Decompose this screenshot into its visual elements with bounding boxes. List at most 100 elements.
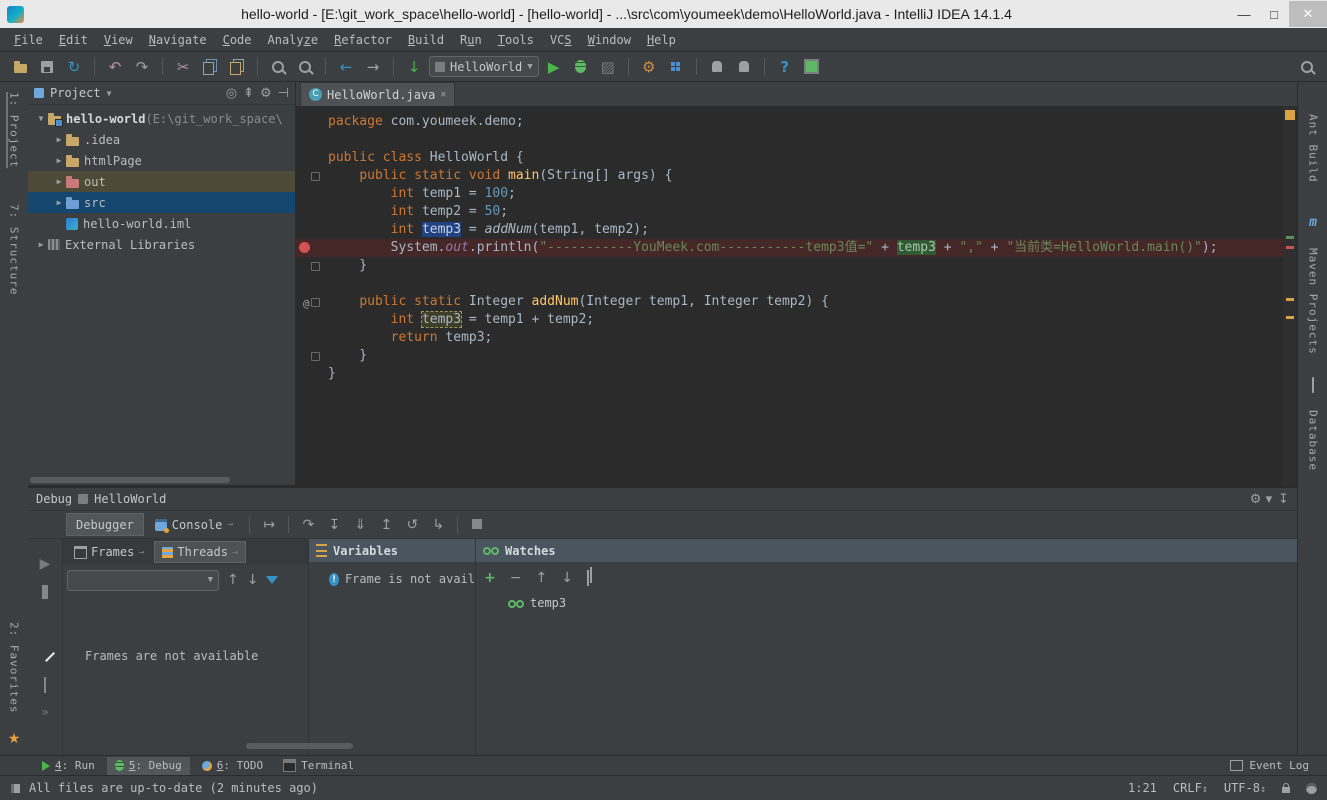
- toolwindow-database-button[interactable]: Database: [1307, 410, 1320, 471]
- help-icon[interactable]: ?: [773, 55, 797, 79]
- save-all-icon[interactable]: [35, 55, 59, 79]
- compare-icon[interactable]: ↓: [402, 55, 426, 79]
- tab-frames[interactable]: Frames →: [67, 542, 151, 562]
- menu-item-code[interactable]: Code: [215, 28, 260, 52]
- debug-hscrollbar[interactable]: [246, 743, 353, 749]
- line-ending-selector[interactable]: CRLF↕: [1173, 781, 1208, 795]
- gutter-line-14[interactable]: [296, 347, 322, 365]
- toolwindow-ant-button[interactable]: Ant Build: [1307, 114, 1320, 183]
- filter-icon[interactable]: [266, 576, 278, 584]
- menu-item-file[interactable]: File: [6, 28, 51, 52]
- tree-item-external-libraries[interactable]: ▶External Libraries: [28, 234, 295, 255]
- expand-arrow-icon[interactable]: ▶: [52, 177, 66, 186]
- tree-item-hello-world[interactable]: ▼hello-world (E:\git_work_space\: [28, 108, 295, 129]
- structure-toolwindow-icon[interactable]: [10, 314, 18, 328]
- run-to-cursor-icon[interactable]: ↳: [426, 517, 450, 533]
- avd-manager-icon[interactable]: [732, 55, 756, 79]
- more-actions-icon[interactable]: »: [41, 705, 48, 719]
- locate-icon[interactable]: ◎: [226, 86, 237, 101]
- toolwindow-button-terminal[interactable]: Terminal: [275, 757, 362, 775]
- menu-item-edit[interactable]: Edit: [51, 28, 96, 52]
- toolwindow-maven-button[interactable]: Maven Projects: [1307, 248, 1320, 355]
- maximize-button[interactable]: □: [1259, 3, 1289, 25]
- menu-item-tools[interactable]: Tools: [490, 28, 542, 52]
- chevron-down-icon[interactable]: ▼: [107, 89, 112, 98]
- tab-threads[interactable]: Threads →: [154, 541, 246, 563]
- toolwindow-button-5-debug[interactable]: 5: Debug: [107, 757, 190, 775]
- gutter-line-13[interactable]: [296, 329, 322, 347]
- expand-arrow-icon[interactable]: ▶: [52, 135, 66, 144]
- gutter-line-8[interactable]: [296, 239, 322, 257]
- remove-watch-icon[interactable]: −: [510, 570, 522, 586]
- project-structure-icon[interactable]: [664, 55, 688, 79]
- gear-icon[interactable]: ⚙ ▾: [1250, 492, 1272, 507]
- close-button[interactable]: ✕: [1289, 1, 1327, 27]
- gutter-line-6[interactable]: [296, 203, 322, 221]
- tab-console[interactable]: Console →: [146, 514, 243, 535]
- event-log-button[interactable]: Event Log: [1230, 759, 1309, 772]
- pause-icon[interactable]: [42, 585, 48, 599]
- restore-layout-icon[interactable]: [44, 678, 46, 692]
- synchronize-icon[interactable]: ↻: [62, 55, 86, 79]
- run-configuration-select[interactable]: HelloWorld ▼: [429, 56, 539, 77]
- watches-header[interactable]: Watches: [476, 539, 1297, 562]
- toolwindow-button-6-todo[interactable]: 6: TODO: [194, 757, 271, 775]
- menu-item-analyze[interactable]: Analyze: [260, 28, 327, 52]
- cut-icon[interactable]: ✂: [171, 55, 195, 79]
- watch-item-temp3[interactable]: temp3: [476, 586, 1297, 610]
- gutter-line-4[interactable]: [296, 167, 322, 185]
- toolwindow-switcher-icon[interactable]: [10, 783, 21, 794]
- hide-panel-icon[interactable]: ⊣: [278, 86, 289, 101]
- tree-item-src[interactable]: ▶src: [28, 192, 295, 213]
- gutter-line-5[interactable]: [296, 185, 322, 203]
- duplicate-watch-icon[interactable]: [587, 571, 589, 585]
- fold-marker-icon[interactable]: [311, 352, 320, 361]
- maven-icon[interactable]: m: [1309, 215, 1317, 230]
- menu-item-window[interactable]: Window: [580, 28, 639, 52]
- replace-icon[interactable]: [293, 55, 317, 79]
- variables-header[interactable]: Variables: [309, 539, 475, 562]
- favorites-star-icon[interactable]: ★: [8, 731, 21, 747]
- fold-marker-icon[interactable]: [311, 172, 320, 181]
- thread-select[interactable]: ▼: [67, 570, 219, 591]
- toolwindow-structure-button[interactable]: 7: Structure: [8, 204, 21, 295]
- show-execution-point-icon[interactable]: ↦: [257, 517, 281, 533]
- toolwindow-button-4-run[interactable]: 4: Run: [34, 757, 103, 775]
- add-watch-icon[interactable]: +: [484, 570, 496, 586]
- hector-icon[interactable]: [1306, 783, 1317, 794]
- tree-item--idea[interactable]: ▶.idea: [28, 129, 295, 150]
- tree-item-out[interactable]: ▶out: [28, 171, 295, 192]
- frame-up-icon[interactable]: ↑: [227, 572, 239, 588]
- menu-item-refactor[interactable]: Refactor: [326, 28, 400, 52]
- force-step-into-icon[interactable]: ⇓: [348, 517, 372, 533]
- gutter-line-11[interactable]: @: [296, 293, 322, 311]
- coverage-icon[interactable]: ▨: [596, 55, 620, 79]
- sdk-manager-icon[interactable]: [705, 55, 729, 79]
- gutter-line-7[interactable]: [296, 221, 322, 239]
- tree-item-hello-world-iml[interactable]: hello-world.iml: [28, 213, 295, 234]
- gutter-line-12[interactable]: [296, 311, 322, 329]
- fold-marker-icon[interactable]: [311, 298, 320, 307]
- collapse-all-icon[interactable]: ⇞: [243, 86, 254, 101]
- drop-frame-icon[interactable]: ↺: [400, 517, 424, 533]
- menu-item-run[interactable]: Run: [452, 28, 490, 52]
- find-icon[interactable]: [266, 55, 290, 79]
- step-out-icon[interactable]: ↥: [374, 517, 398, 533]
- database-icon[interactable]: [1312, 378, 1314, 392]
- caret-position[interactable]: 1:21: [1128, 781, 1157, 795]
- editor-tab-helloworld[interactable]: HelloWorld.java ✕: [300, 82, 455, 106]
- paste-icon[interactable]: [225, 55, 249, 79]
- evaluate-stop-icon[interactable]: [465, 517, 489, 533]
- editor-vscrollbar[interactable]: [1283, 106, 1297, 485]
- open-icon[interactable]: [8, 55, 32, 79]
- step-over-icon[interactable]: ↷: [296, 517, 320, 533]
- toolwindow-project-button[interactable]: 1: Project: [8, 92, 21, 168]
- expand-arrow-icon[interactable]: ▶: [34, 240, 48, 249]
- expand-arrow-icon[interactable]: ▶: [52, 156, 66, 165]
- gutter-line-9[interactable]: [296, 257, 322, 275]
- menu-item-navigate[interactable]: Navigate: [141, 28, 215, 52]
- gutter-line-10[interactable]: [296, 275, 322, 293]
- fold-marker-icon[interactable]: [311, 262, 320, 271]
- move-watch-down-icon[interactable]: ↓: [561, 570, 573, 586]
- menu-item-vcs[interactable]: VCS: [542, 28, 580, 52]
